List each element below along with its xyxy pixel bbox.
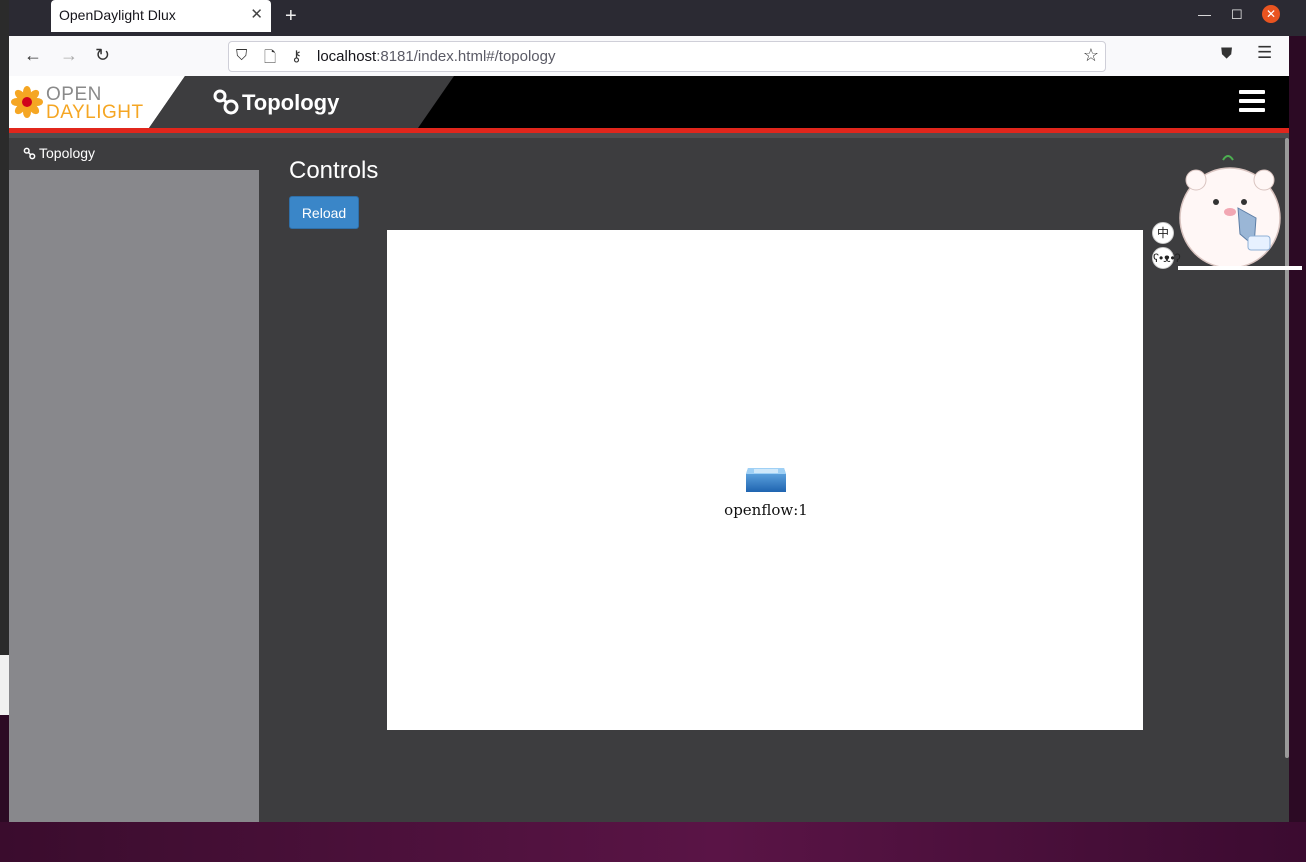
- sidebar-item-topology[interactable]: Topology: [23, 145, 95, 161]
- url-text[interactable]: localhost:8181/index.html#/topology: [317, 48, 556, 65]
- bookmark-star-icon[interactable]: ☆: [1083, 45, 1099, 66]
- reload-button[interactable]: Reload: [289, 196, 359, 229]
- logo-text-daylight: DAYLIGHT: [46, 102, 144, 123]
- page-icon[interactable]: 🗋: [264, 47, 276, 72]
- address-bar[interactable]: ⛉ 🗋 ⚷ localhost:8181/index.html#/topolog…: [228, 41, 1106, 72]
- browser-menu-icon[interactable]: ☰: [1257, 43, 1272, 63]
- key-icon[interactable]: ⚷: [291, 47, 302, 65]
- browser-window: OpenDaylight Dlux ✕ + — ☐ ✕ ← → ↻ ⛉ 🗋 ⚷ …: [9, 0, 1306, 822]
- tab-title: OpenDaylight Dlux: [59, 7, 176, 23]
- link-icon: [23, 147, 36, 160]
- sidebar-item-label: Topology: [39, 145, 96, 161]
- background-terminal: [0, 0, 9, 715]
- window-close-icon[interactable]: ✕: [1262, 5, 1280, 23]
- floating-sticker[interactable]: 中 ʕ•ᴥ•ʔ: [1150, 150, 1302, 270]
- navigation-bar: ← → ↻ ⛉ 🗋 ⚷ localhost:8181/index.html#/t…: [9, 36, 1289, 76]
- reload-page-icon[interactable]: ↻: [95, 45, 110, 66]
- tab-bar: OpenDaylight Dlux ✕ + — ☐ ✕: [9, 0, 1306, 36]
- topology-node[interactable]: openflow:1: [724, 464, 808, 519]
- browser-tab[interactable]: OpenDaylight Dlux ✕: [51, 0, 271, 32]
- language-toggle-button[interactable]: 中: [1152, 222, 1174, 244]
- minimize-icon[interactable]: —: [1198, 7, 1211, 22]
- flower-logo-icon: [11, 86, 43, 118]
- topology-canvas[interactable]: openflow:1: [387, 230, 1143, 730]
- tab-close-icon[interactable]: ✕: [250, 5, 263, 23]
- back-icon[interactable]: ←: [24, 45, 42, 66]
- forward-icon[interactable]: →: [60, 45, 78, 66]
- controls-heading: Controls: [289, 157, 379, 184]
- background-window-edge: [0, 655, 9, 715]
- new-tab-button[interactable]: +: [285, 5, 297, 28]
- maximize-icon[interactable]: ☐: [1231, 7, 1243, 23]
- bear-mascot-icon: [1178, 155, 1302, 270]
- hamburger-menu-icon[interactable]: [1239, 90, 1265, 112]
- main-content: Controls Reload openflow:1: [259, 138, 1289, 822]
- topology-icon: [213, 89, 239, 115]
- sidebar: Topology: [9, 138, 259, 822]
- node-label: openflow:1: [724, 501, 808, 519]
- pocket-icon[interactable]: ⛊: [1221, 45, 1232, 62]
- sidebar-header: Topology: [9, 138, 259, 170]
- bear-icon[interactable]: ʕ•ᴥ•ʔ: [1152, 247, 1181, 269]
- app-header: OPEN DAYLIGHT Topology: [9, 76, 1289, 128]
- page-title: Topology: [242, 90, 340, 115]
- switch-icon: [746, 468, 786, 492]
- shield-icon[interactable]: ⛉: [236, 47, 247, 64]
- desktop-wallpaper: [0, 822, 1306, 862]
